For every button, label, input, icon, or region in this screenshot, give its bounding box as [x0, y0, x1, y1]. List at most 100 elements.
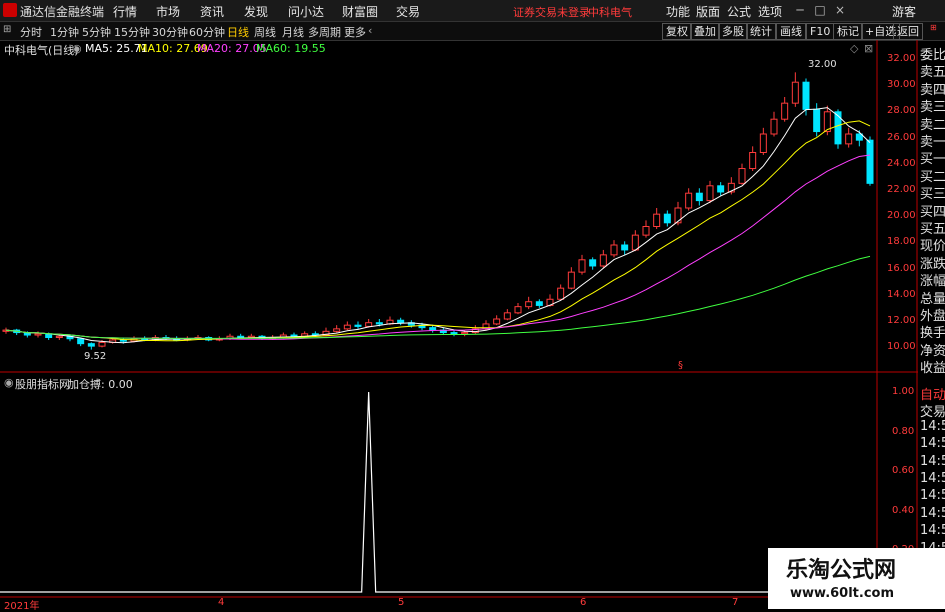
- period-daily[interactable]: 日线: [227, 24, 249, 40]
- period-intraday[interactable]: 分时: [20, 24, 42, 40]
- period-multi[interactable]: 多周期: [308, 24, 341, 40]
- side-panel-item: 现价: [920, 239, 945, 255]
- stats-button[interactable]: 统计: [746, 23, 776, 40]
- candle-body: [397, 319, 405, 324]
- menu-item-news[interactable]: 资讯: [200, 3, 224, 20]
- sub-settings-icon[interactable]: ◉: [4, 376, 14, 389]
- side-panel-item: 总量: [920, 291, 945, 307]
- restore-icon[interactable]: □: [812, 2, 828, 18]
- side-panel-item: 卖一: [920, 135, 945, 150]
- menu-item-layout[interactable]: 版面: [696, 3, 720, 20]
- side-panel-item: 买一: [920, 152, 945, 168]
- candle-body: [365, 322, 373, 327]
- candle-body: [845, 133, 853, 145]
- candle-body: [55, 335, 63, 338]
- ma10-line: [5, 120, 871, 342]
- indicator-name: 股朋指标网: [15, 378, 70, 391]
- candle-body: [749, 152, 757, 170]
- period-weekly[interactable]: 周线: [254, 24, 276, 40]
- period-monthly[interactable]: 月线: [282, 24, 304, 40]
- chevron-left-icon[interactable]: ‹: [368, 24, 372, 37]
- menu-item-options[interactable]: 选项: [758, 3, 782, 20]
- candle-body: [535, 301, 543, 306]
- side-panel-item: 交易: [920, 405, 945, 421]
- side-panel-item: 14:56: [920, 523, 945, 539]
- side-panel-item: 14:56: [920, 505, 945, 521]
- guest-button[interactable]: 游客: [892, 3, 916, 20]
- candle-body: [34, 333, 42, 336]
- menu-item-wealth[interactable]: 财富圈: [342, 3, 378, 20]
- side-panel-item: 卖五: [920, 65, 945, 81]
- candle-body: [589, 259, 597, 267]
- candle-body: [621, 244, 629, 251]
- high-annotation: 32.00: [808, 59, 837, 70]
- candle-body: [98, 341, 106, 347]
- watermark-title: 乐淘公式网: [786, 558, 897, 583]
- login-warning[interactable]: 证券交易未登录: [513, 4, 590, 20]
- low-annotation: 9.52: [84, 351, 107, 362]
- period-5min[interactable]: 5分钟: [82, 24, 111, 40]
- period-30min[interactable]: 30分钟: [152, 24, 188, 40]
- back-button[interactable]: 返回: [893, 23, 923, 40]
- candle-body: [663, 213, 671, 224]
- candle-body: [738, 168, 746, 184]
- indicator-spike: [0, 391, 877, 593]
- period-60min[interactable]: 60分钟: [189, 24, 225, 40]
- minimize-icon[interactable]: ─: [792, 2, 808, 18]
- menu-item-formula[interactable]: 公式: [727, 3, 751, 20]
- menu-item-trade[interactable]: 交易: [396, 3, 420, 20]
- draw-line-button[interactable]: 画线: [776, 23, 806, 40]
- candle-body: [343, 324, 351, 330]
- candle-body: [834, 111, 842, 145]
- side-panel-item: 自动: [920, 388, 945, 403]
- close-icon[interactable]: ×: [832, 2, 848, 18]
- candle-body: [429, 327, 437, 331]
- f10-button[interactable]: F10: [806, 23, 835, 40]
- period-more[interactable]: 更多: [344, 24, 366, 40]
- dividend-marker-icon[interactable]: §: [678, 360, 683, 371]
- candle-body: [813, 108, 821, 133]
- candle-body: [717, 185, 725, 193]
- side-panel-item: 买四: [920, 204, 945, 220]
- side-panel-item: 14:56: [920, 436, 945, 452]
- candle-body: [77, 338, 85, 345]
- menu-item-quotes[interactable]: 行情: [113, 3, 137, 20]
- candle-body: [674, 207, 682, 224]
- candle-body: [557, 287, 565, 300]
- side-panel-item: 卖四: [920, 82, 945, 98]
- side-panel-item: 14:56: [920, 418, 945, 434]
- candle-body: [685, 192, 693, 209]
- x-label-jun: 6: [580, 597, 587, 608]
- candle-body: [695, 192, 703, 202]
- candle-body: [290, 334, 298, 337]
- overlay-button[interactable]: 叠加: [690, 23, 720, 40]
- menu-item-ask[interactable]: 问小达: [288, 3, 324, 20]
- candle-body: [237, 335, 245, 338]
- chart-area[interactable]: [0, 40, 945, 600]
- side-panel-item: 涨幅: [920, 274, 945, 290]
- candle-body: [567, 271, 575, 289]
- candle-body: [770, 118, 778, 135]
- side-panel-item: 14:56: [920, 488, 945, 504]
- candle-body: [642, 226, 650, 236]
- panel-toggle-icon[interactable]: ⊞: [3, 24, 11, 35]
- side-panel-item: 外盘: [920, 309, 945, 324]
- candle-body: [450, 332, 458, 335]
- side-panel-item: 净资: [920, 343, 945, 359]
- candle-body: [759, 133, 767, 153]
- candle-body: [791, 81, 799, 104]
- side-panel-item: 买五: [920, 222, 945, 237]
- side-panel-item: 委比: [920, 48, 945, 63]
- menu-item-market[interactable]: 市场: [156, 3, 180, 20]
- period-1min[interactable]: 1分钟: [50, 24, 79, 40]
- app-logo-icon: [3, 3, 17, 17]
- adjust-button[interactable]: 复权: [662, 23, 692, 40]
- period-15min[interactable]: 15分钟: [114, 24, 150, 40]
- menu-item-function[interactable]: 功能: [666, 3, 690, 20]
- mark-button[interactable]: 标记: [833, 23, 863, 40]
- menu-item-discover[interactable]: 发现: [244, 3, 268, 20]
- candle-body: [631, 234, 639, 251]
- candle-body: [866, 139, 874, 184]
- side-panel-item: 换手: [920, 326, 945, 342]
- multi-stock-button[interactable]: 多股: [718, 23, 748, 40]
